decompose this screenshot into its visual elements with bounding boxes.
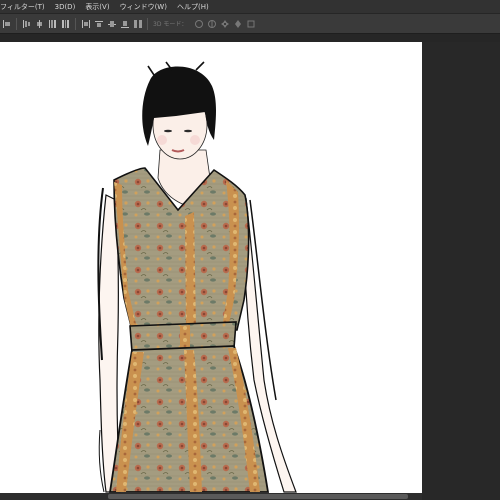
menu-window[interactable]: ウィンドウ(W): [115, 0, 172, 14]
slide-3d-icon[interactable]: [231, 17, 244, 30]
right-panel-dock: [422, 42, 500, 500]
menu-filter[interactable]: フィルター(T): [0, 0, 50, 14]
menu-view[interactable]: 表示(V): [80, 0, 114, 14]
options-bar: 3D モード：: [0, 14, 500, 34]
cheek-right: [190, 135, 200, 145]
menu-3d[interactable]: 3D(D): [50, 0, 81, 14]
distribute-vertical-centers-icon[interactable]: [59, 17, 72, 30]
distribute-right-icon[interactable]: [118, 17, 131, 30]
toolbar-separator: [147, 17, 148, 30]
document-tab-strip: [0, 34, 500, 42]
align-left-edges-icon[interactable]: [0, 17, 13, 30]
distribute-bottom-icon[interactable]: [79, 17, 92, 30]
toolbar-separator: [75, 17, 76, 30]
mode-3d-label: 3D モード：: [153, 21, 188, 28]
menu-help[interactable]: ヘルプ(H): [172, 0, 214, 14]
right-eye: [184, 129, 192, 133]
horizontal-scrollbar[interactable]: [0, 493, 422, 500]
scrollbar-thumb[interactable]: [108, 494, 408, 499]
distribute-horizontal-centers-icon[interactable]: [105, 17, 118, 30]
fashion-illustration: [97, 61, 297, 493]
toolbar-separator: [16, 17, 17, 30]
align-horizontal-centers-icon[interactable]: [20, 17, 33, 30]
distribute-left-icon[interactable]: [92, 17, 105, 30]
cheek-left: [157, 135, 167, 145]
rotate-3d-icon[interactable]: [192, 17, 205, 30]
left-eye: [164, 129, 172, 133]
auto-align-icon[interactable]: [131, 17, 144, 30]
scale-3d-icon[interactable]: [244, 17, 257, 30]
document-canvas[interactable]: [0, 42, 422, 500]
menu-bar: フィルター(T) 3D(D) 表示(V) ウィンドウ(W) ヘルプ(H): [0, 0, 500, 14]
pan-3d-icon[interactable]: [218, 17, 231, 30]
distribute-top-icon[interactable]: [46, 17, 59, 30]
roll-3d-icon[interactable]: [205, 17, 218, 30]
align-right-edges-icon[interactable]: [33, 17, 46, 30]
